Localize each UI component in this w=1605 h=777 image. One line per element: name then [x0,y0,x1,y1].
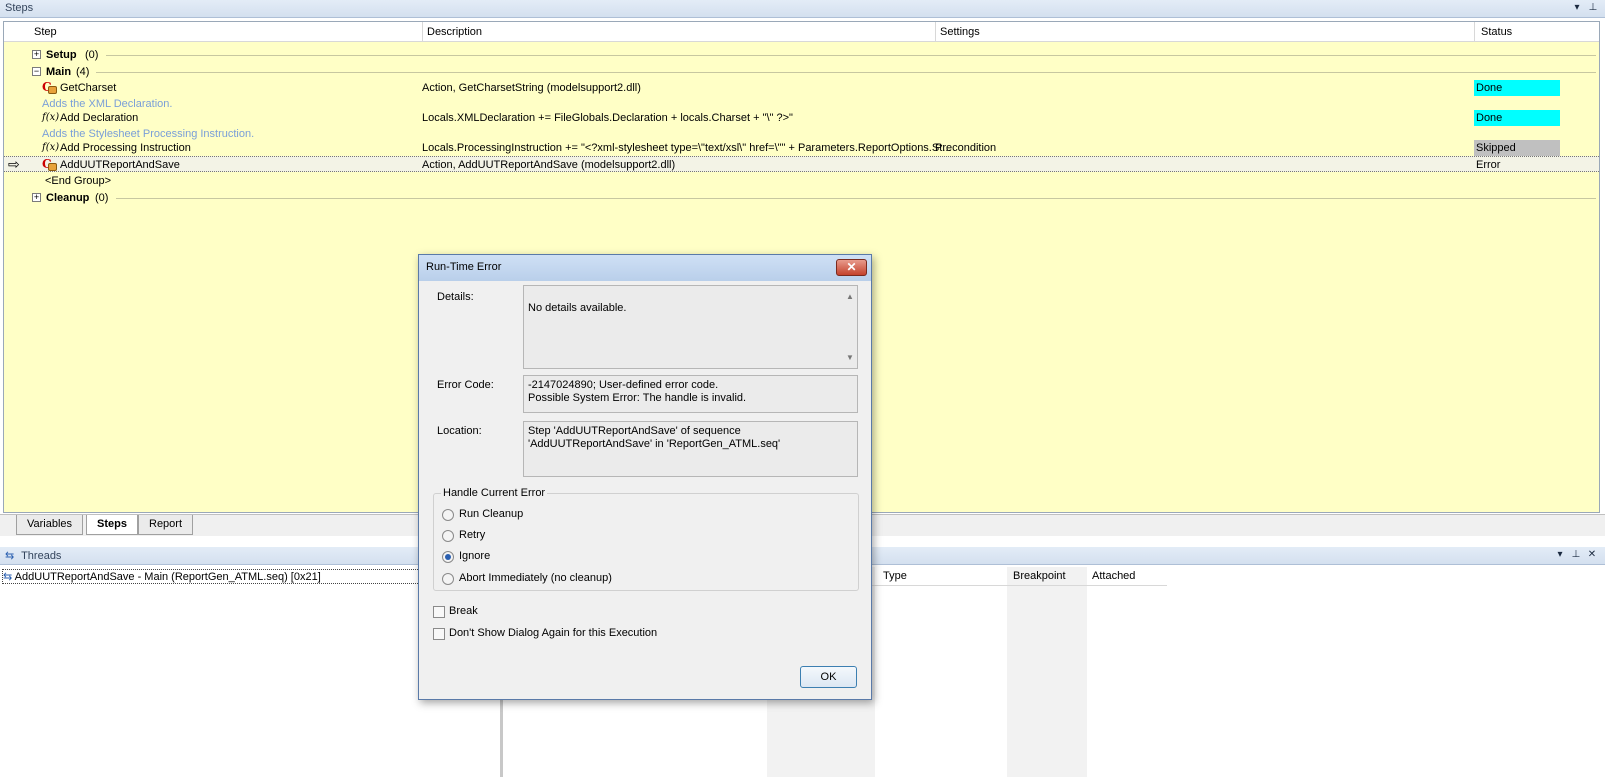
error-code-field[interactable]: -2147024890; User-defined error code. Po… [523,375,858,413]
end-group-label: <End Group> [45,175,112,187]
step-row[interactable]: f(x) Add Processing Instruction Locals.P… [4,140,1599,156]
column-shade [1007,567,1087,777]
step-description: Action, GetCharsetString (modelsupport2.… [422,82,641,94]
radio-label[interactable]: Run Cleanup [459,508,523,520]
pane-dropdown-icon[interactable]: ▾ [1553,548,1567,562]
column-header-breakpoint[interactable]: Breakpoint [1013,570,1066,582]
column-header-step[interactable]: Step [34,26,57,38]
pin-icon[interactable]: ⊥ [1569,548,1583,562]
handle-error-group-label: Handle Current Error [441,487,548,499]
dont-show-again-label[interactable]: Don't Show Dialog Again for this Executi… [449,627,657,639]
column-header-description[interactable]: Description [427,26,482,38]
run-time-error-dialog: Run-Time Error ✕ Details: No details ava… [418,254,872,700]
status-badge: Done [1474,110,1560,126]
details-label: Details: [437,291,474,303]
group-name: Setup [46,49,77,61]
tab-report[interactable]: Report [138,515,194,535]
pin-icon[interactable]: ⊥ [1586,1,1600,15]
step-name: GetCharset [60,82,117,94]
column-header-row: Step Description Settings Status [4,22,1599,42]
scroll-down-icon[interactable]: ▼ [846,351,854,364]
expand-icon[interactable]: + [32,193,41,202]
step-settings: Precondition [935,142,997,154]
column-header-attached[interactable]: Attached [1092,570,1135,582]
step-description: Locals.ProcessingInstruction += "<?xml-s… [422,142,952,154]
tab-steps[interactable]: Steps [86,515,138,535]
group-count: (0) [95,192,109,204]
step-description: Action, AddUUTReportAndSave (modelsuppor… [422,159,676,171]
details-field[interactable]: No details available. ▲ ▼ [523,285,858,369]
dialog-title-bar[interactable]: Run-Time Error ✕ [419,255,871,281]
group-row-main[interactable]: − Main (4) [4,64,1599,80]
step-name: Add Declaration [60,112,139,124]
dont-show-again-checkbox[interactable] [433,628,445,640]
radio-label[interactable]: Ignore [459,550,490,562]
fx-icon: f(x) [42,112,60,123]
step-name: AddUUTReportAndSave [60,159,180,171]
break-checkbox[interactable] [433,606,445,618]
pane-dropdown-icon[interactable]: ▾ [1570,1,1584,15]
status-badge: Error [1476,159,1501,171]
threads-pane-title: Threads [21,550,62,562]
tab-variables[interactable]: Variables [16,515,84,535]
step-name: Add Processing Instruction [60,142,191,154]
radio-abort-immediately[interactable] [442,573,454,585]
end-group-row[interactable]: <End Group> [4,173,1599,189]
c-action-icon: C [42,158,58,172]
column-header-status[interactable]: Status [1481,26,1512,38]
radio-retry[interactable] [442,530,454,542]
status-badge: Done [1474,80,1560,96]
radio-label[interactable]: Abort Immediately (no cleanup) [459,572,612,584]
radio-label[interactable]: Retry [459,529,485,541]
thread-item[interactable]: ⇆ AddUUTReportAndSave - Main (ReportGen_… [2,569,420,584]
expand-icon[interactable]: + [32,50,41,59]
details-scrollbar[interactable]: ▲ ▼ [843,286,857,368]
break-label[interactable]: Break [449,605,478,617]
step-row-current[interactable]: ⇨ C AddUUTReportAndSave Action, AddUUTRe… [4,156,1599,172]
thread-label: AddUUTReportAndSave - Main (ReportGen_AT… [14,571,321,583]
step-description: Locals.XMLDeclaration += FileGlobals.Dec… [422,112,793,124]
status-badge: Skipped [1474,140,1560,156]
close-icon[interactable]: ✕ [1585,548,1599,562]
collapse-icon[interactable]: − [32,67,41,76]
location-field[interactable]: Step 'AddUUTReportAndSave' of sequence '… [523,421,858,477]
threads-icon: ⇆ [5,550,15,562]
execution-pointer-icon: ⇨ [8,156,20,172]
close-button[interactable]: ✕ [836,259,867,276]
c-action-icon: C [42,81,58,95]
group-name: Cleanup [46,192,90,204]
group-count: (0) [85,49,99,61]
group-count: (4) [76,66,90,78]
step-row[interactable]: C GetCharset Action, GetCharsetString (m… [4,80,1599,96]
column-header-settings[interactable]: Settings [940,26,980,38]
steps-pane-header: Steps ▾ ⊥ [0,0,1605,18]
radio-ignore[interactable] [442,551,454,563]
group-row-setup[interactable]: + Setup (0) [4,47,1599,63]
step-row[interactable]: f(x) Add Declaration Locals.XMLDeclarati… [4,110,1599,126]
group-name: Main [46,66,72,78]
thread-icon: ⇆ [3,571,13,583]
group-row-cleanup[interactable]: + Cleanup (0) [4,190,1599,206]
location-label: Location: [437,425,482,437]
dialog-title: Run-Time Error [426,261,502,273]
column-header-type[interactable]: Type [883,570,907,582]
error-code-label: Error Code: [437,379,494,391]
radio-run-cleanup[interactable] [442,509,454,521]
scroll-up-icon[interactable]: ▲ [846,290,854,303]
details-value: No details available. [528,302,627,314]
ok-button[interactable]: OK [800,666,857,688]
fx-icon: f(x) [42,142,60,153]
steps-pane-title: Steps [5,2,34,14]
